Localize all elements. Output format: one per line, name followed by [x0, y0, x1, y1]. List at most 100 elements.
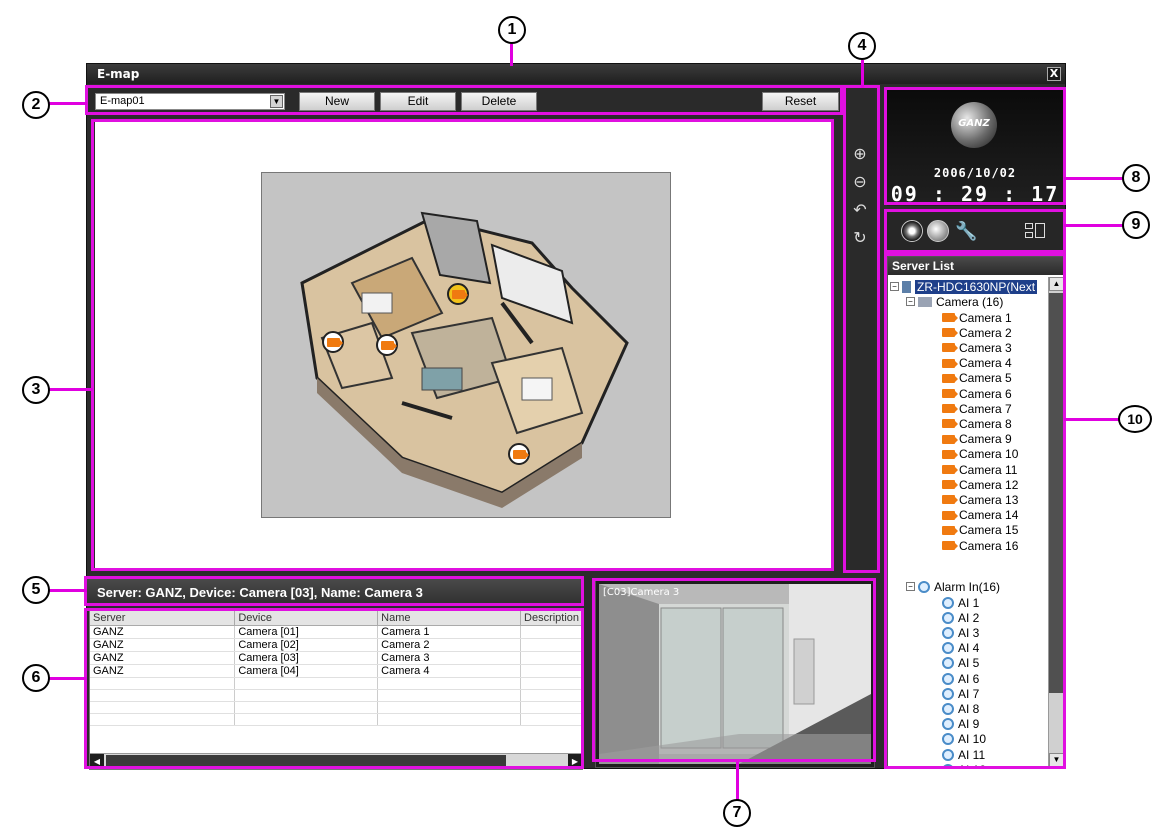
camera-group-node[interactable]: − Camera (16) [906, 294, 1003, 309]
alarm-list-item[interactable]: AI 11 [942, 747, 985, 762]
collapse-icon[interactable]: − [906, 582, 915, 591]
alarm-list-item[interactable]: AI 3 [942, 625, 979, 640]
camera-list-item[interactable]: Camera 7 [942, 401, 1012, 416]
table-row[interactable] [90, 713, 582, 726]
camera-list-item[interactable]: Camera 12 [942, 477, 1018, 492]
screenshot-root: E-map X E-map01 ▼ New Edit Delete Reset [0, 0, 1156, 829]
scroll-down-icon[interactable]: ▼ [1049, 753, 1064, 767]
rotate-right-icon[interactable]: ↻ [851, 230, 869, 248]
camera-marker-2[interactable] [322, 331, 344, 353]
time-display: 09 : 29 : 17 [890, 182, 1060, 206]
alarm-list-item[interactable]: AI 9 [942, 717, 979, 732]
map-select[interactable]: E-map01 ▼ [95, 93, 285, 110]
table-cell: Camera [03] [234, 651, 379, 665]
table-row[interactable]: GANZ Camera [03] Camera 3 [90, 651, 582, 665]
camera-marker-1[interactable] [447, 283, 469, 305]
table-cell: GANZ [90, 651, 236, 665]
server-node[interactable]: − ZR-HDC1630NP(Next [890, 279, 1038, 294]
delete-button[interactable]: Delete [461, 92, 537, 111]
camera-marker-3[interactable] [376, 334, 398, 356]
table-row[interactable] [90, 689, 582, 702]
close-button[interactable]: X [1047, 67, 1061, 81]
column-header-device[interactable]: Device [234, 611, 379, 626]
vertical-scrollbar[interactable]: ▲ ▼ [1048, 277, 1064, 767]
camera-list-item[interactable]: Camera 4 [942, 356, 1012, 371]
camera-icon [942, 358, 958, 368]
alarm-list-item[interactable]: AI 4 [942, 641, 979, 656]
wrench-icon[interactable]: 🔧 [955, 220, 977, 242]
column-header-server[interactable]: Server [90, 611, 236, 626]
table-row[interactable] [90, 701, 582, 714]
scroll-thumb[interactable] [1049, 293, 1064, 693]
camera-group-icon [918, 296, 932, 307]
table-row[interactable]: GANZ Camera [01] Camera 1 [90, 625, 582, 639]
camera-list-item[interactable]: Camera 16 [942, 538, 1018, 553]
camera-list-item[interactable]: Camera 9 [942, 432, 1012, 447]
horizontal-scrollbar[interactable]: ◀ ▶ [90, 753, 582, 769]
dropdown-arrow-icon[interactable]: ▼ [270, 95, 283, 108]
layout-icon[interactable] [1023, 220, 1051, 242]
collapse-icon[interactable]: − [890, 282, 899, 291]
alarm-icon [942, 596, 954, 609]
camera-marker-4[interactable] [508, 443, 530, 465]
scroll-up-icon[interactable]: ▲ [1049, 277, 1064, 291]
table-row[interactable]: GANZ Camera [04] Camera 4 [90, 664, 582, 678]
alarm-group-node[interactable]: − Alarm In(16) [906, 579, 1000, 594]
zoom-out-icon[interactable]: ⊖ [851, 174, 869, 192]
column-header-name[interactable]: Name [377, 611, 522, 626]
callout-10: 10 [1118, 405, 1152, 433]
camera-list-item[interactable]: Camera 1 [942, 310, 1012, 325]
camera-list-item[interactable]: Camera 11 [942, 462, 1017, 477]
camera-list-item[interactable]: Camera 5 [942, 371, 1012, 386]
table-row[interactable] [90, 677, 582, 690]
alarm-label: AI 12 [958, 763, 986, 767]
camera-list-item[interactable]: Camera 14 [942, 508, 1018, 523]
search-icon[interactable] [927, 220, 949, 242]
zoom-in-icon[interactable]: ⊕ [851, 146, 869, 164]
table-cell [234, 701, 379, 714]
scroll-right-icon[interactable]: ▶ [568, 754, 582, 769]
camera-icon [942, 343, 958, 353]
camera-list-item[interactable]: Camera 15 [942, 523, 1018, 538]
table-cell: Camera 2 [377, 638, 522, 652]
scroll-thumb[interactable] [106, 755, 506, 768]
table-cell [520, 664, 582, 678]
rotate-left-icon[interactable]: ↶ [851, 202, 869, 220]
alarm-icon [942, 748, 954, 761]
alarm-list-item[interactable]: AI 8 [942, 701, 979, 716]
video-feed[interactable]: [C03]Camera 3 [599, 584, 871, 764]
alarm-list-item[interactable]: AI 2 [942, 610, 979, 625]
alarm-label: AI 10 [958, 732, 987, 747]
camera-label: Camera 14 [959, 508, 1019, 523]
leader-line-9 [1064, 224, 1124, 227]
camera-list-item[interactable]: Camera 8 [942, 416, 1012, 431]
table-cell: Camera [01] [234, 625, 379, 639]
column-header-description[interactable]: Description [520, 611, 582, 626]
alarm-list-item[interactable]: AI 5 [942, 656, 979, 671]
alarm-list-item[interactable]: AI 1 [942, 595, 979, 610]
camera-list-item[interactable]: Camera 2 [942, 325, 1012, 340]
reset-button[interactable]: Reset [762, 92, 839, 111]
alarm-list-item[interactable]: AI 10 [942, 732, 986, 747]
camera-label: Camera 5 [959, 371, 1012, 386]
map-canvas[interactable] [95, 122, 833, 568]
camera-list-item[interactable]: Camera 6 [942, 386, 1012, 401]
table-cell: GANZ [90, 625, 236, 639]
edit-button[interactable]: Edit [380, 92, 456, 111]
camera-list-item[interactable]: Camera 3 [942, 340, 1012, 355]
video-frame-image [599, 584, 871, 764]
new-button[interactable]: New [299, 92, 375, 111]
alarm-list-item[interactable]: AI 12 [942, 762, 986, 767]
table-cell [520, 625, 582, 639]
table-row[interactable]: GANZ Camera [02] Camera 2 [90, 638, 582, 652]
alarm-list-item[interactable]: AI 6 [942, 671, 979, 686]
floor-plan-image[interactable] [261, 172, 671, 518]
layout-cell [1025, 223, 1033, 229]
scroll-left-icon[interactable]: ◀ [90, 754, 104, 769]
camera-view-icon[interactable] [901, 220, 923, 242]
alarm-list-item[interactable]: AI 7 [942, 686, 979, 701]
collapse-icon[interactable]: − [906, 297, 915, 306]
camera-list-item[interactable]: Camera 13 [942, 492, 1018, 507]
camera-list-item[interactable]: Camera 10 [942, 447, 1018, 462]
alarm-label: AI 2 [958, 610, 980, 625]
